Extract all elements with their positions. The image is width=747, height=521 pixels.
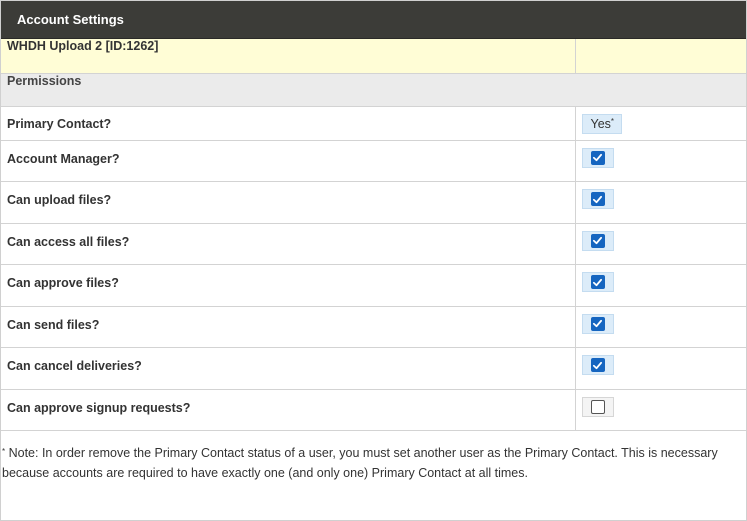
permission-value-cell <box>574 139 746 182</box>
permission-checkbox-wrap <box>581 147 614 168</box>
panel-title: Account Settings <box>17 12 124 27</box>
permission-row: Can send files? <box>1 305 746 348</box>
permission-label: Can upload files? <box>1 181 576 224</box>
permission-label: Can access all files? <box>1 222 576 265</box>
account-row: WHDH Upload 2 [ID:1262] <box>1 39 746 74</box>
permission-row: Account Manager? <box>1 139 746 182</box>
account-name: WHDH Upload 2 [ID:1262] <box>1 39 576 74</box>
checkmark-icon <box>592 153 603 162</box>
permission-checkbox-checked[interactable] <box>590 233 605 248</box>
permission-checkbox-wrap <box>581 396 614 417</box>
checkmark-icon <box>592 319 603 328</box>
permission-label: Can cancel deliveries? <box>1 347 576 390</box>
primary-contact-note: * Note: In order remove the Primary Cont… <box>2 443 737 483</box>
permission-checkbox-wrap <box>581 189 614 209</box>
primary-contact-marker: * <box>610 116 615 126</box>
primary-contact-badge: Yes* <box>581 113 623 134</box>
permission-checkbox-checked[interactable] <box>590 358 605 372</box>
permissions-section-row: Permissions <box>1 72 746 107</box>
primary-contact-value-cell: Yes* <box>574 105 746 141</box>
permission-checkbox-checked[interactable] <box>590 192 605 206</box>
note-text: Note: In order remove the Primary Contac… <box>2 446 718 480</box>
permission-value-cell <box>574 305 746 348</box>
panel-header: Account Settings <box>1 1 746 39</box>
permission-checkbox-wrap <box>581 272 614 292</box>
permission-checkbox-wrap <box>581 313 614 334</box>
permission-value-cell <box>574 264 746 307</box>
permission-row: Can approve files? <box>1 264 746 307</box>
primary-contact-label: Primary Contact? <box>1 105 576 141</box>
permission-label: Can approve signup requests? <box>1 388 576 431</box>
permission-row: Can upload files? <box>1 181 746 224</box>
primary-contact-value: Yes <box>590 116 611 131</box>
permission-checkbox-wrap <box>581 355 614 375</box>
permission-value-cell <box>574 347 746 390</box>
permission-checkbox-unchecked[interactable] <box>590 399 605 414</box>
permission-label: Can send files? <box>1 305 576 348</box>
settings-table: WHDH Upload 2 [ID:1262] Permissions Prim… <box>1 39 746 431</box>
permission-checkbox-checked[interactable] <box>590 316 605 331</box>
permission-checkbox-wrap <box>581 230 614 251</box>
permission-row: Can access all files? <box>1 222 746 265</box>
primary-contact-row: Primary Contact? Yes* <box>1 105 746 141</box>
checkmark-icon <box>592 278 603 286</box>
checkmark-icon <box>592 236 603 245</box>
checkmark-icon <box>592 195 603 203</box>
note-marker: * <box>2 447 6 456</box>
permission-row: Can cancel deliveries? <box>1 347 746 390</box>
permission-value-cell <box>574 388 746 431</box>
permission-row: Can approve signup requests? <box>1 388 746 431</box>
account-value-cell <box>574 39 746 74</box>
section-title: Permissions <box>1 72 746 107</box>
account-settings-panel: Account Settings WHDH Upload 2 [ID:1262]… <box>0 0 747 521</box>
permission-label: Account Manager? <box>1 139 576 182</box>
permission-checkbox-checked[interactable] <box>590 275 605 289</box>
permission-value-cell <box>574 181 746 224</box>
permission-checkbox-checked[interactable] <box>590 150 605 165</box>
permission-value-cell <box>574 222 746 265</box>
permission-label: Can approve files? <box>1 264 576 307</box>
checkmark-icon <box>592 361 603 369</box>
